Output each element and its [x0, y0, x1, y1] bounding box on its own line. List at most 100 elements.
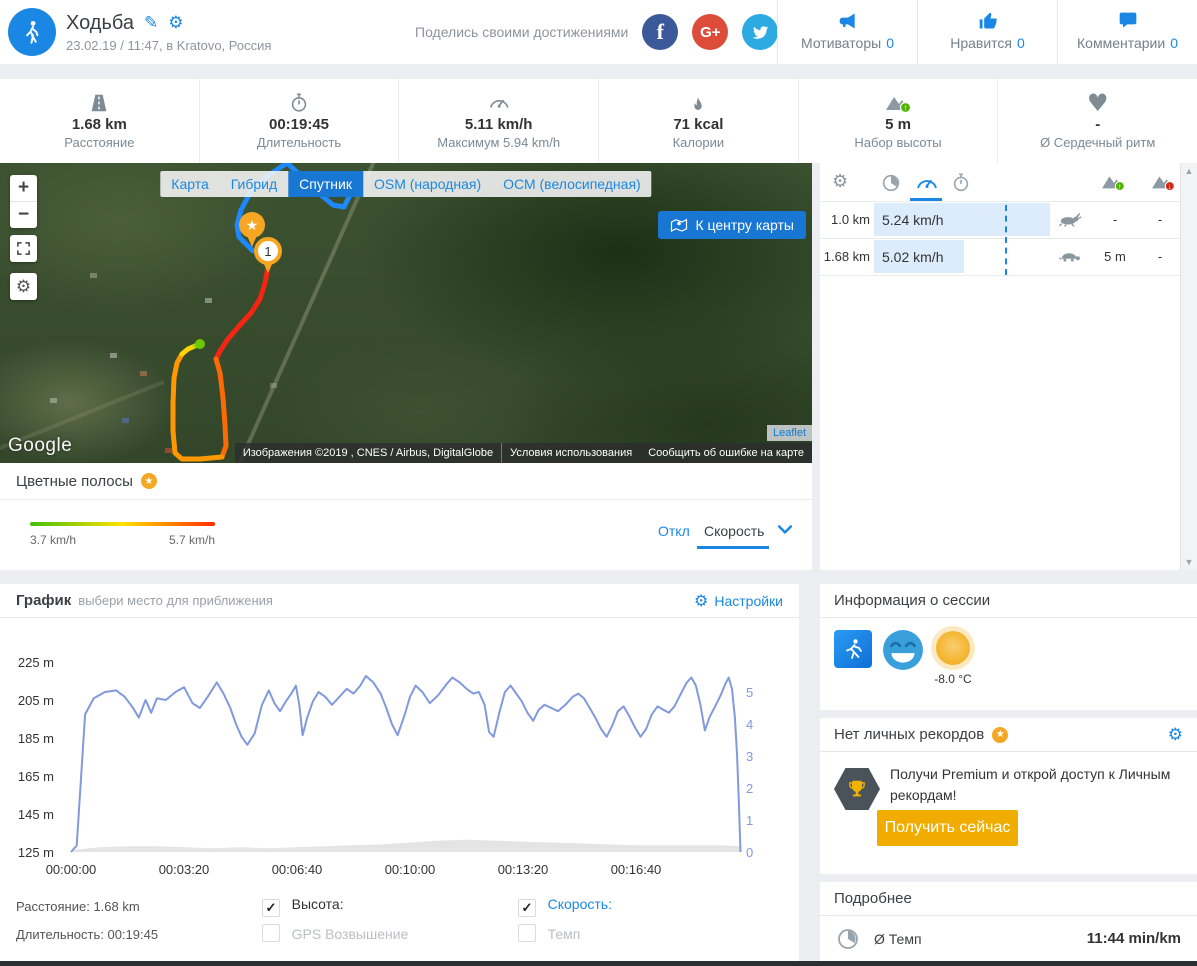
records-settings-gear-icon[interactable]: ⚙: [1168, 725, 1183, 745]
facebook-share-button[interactable]: f: [642, 14, 679, 50]
lap-distance: 1.68 km: [823, 249, 870, 264]
map-center-icon: [671, 218, 688, 232]
premium-star-icon: ★: [992, 726, 1009, 743]
google-logo: Google: [8, 435, 73, 456]
laps-panel: ⚙ ↑ ↓ 1.0 km 5.24 km/h - - 1.68 km 5.02 …: [820, 163, 1197, 570]
zoom-control: + −: [10, 175, 37, 228]
svg-text:★: ★: [246, 217, 259, 233]
lap-row-1[interactable]: 1.0 km 5.24 km/h - -: [820, 201, 1180, 239]
edit-pencil-icon[interactable]: ✎: [144, 13, 158, 33]
svg-text:4: 4: [746, 717, 753, 732]
bottom-strip: [0, 961, 1197, 966]
speed-checkbox-row: ✓ Скорость:: [518, 896, 612, 917]
comments-count: 0: [1170, 35, 1178, 51]
report-error-link[interactable]: Сообщить об ошибке на карте: [640, 447, 812, 459]
layer-hybrid-button[interactable]: Гибрид: [220, 171, 288, 197]
bands-mode-tab[interactable]: Скорость: [704, 523, 764, 539]
chart-settings-label: Настройки: [714, 592, 783, 609]
google-plus-share-button[interactable]: G+: [692, 14, 729, 50]
road-icon: [91, 94, 107, 112]
altitude-checkbox-label: Высота:: [291, 896, 344, 912]
svg-text:165 m: 165 m: [18, 769, 54, 784]
svg-text:↑: ↑: [903, 103, 907, 113]
temperature-label: -8.0 °C: [934, 672, 972, 686]
elevation-speed-chart[interactable]: 225 m 205 m 185 m 165 m 145 m 125 m 5 4 3 2 1 0 00:0…: [6, 630, 792, 892]
scroll-down-arrow-icon[interactable]: ▼: [1185, 557, 1194, 567]
laps-scrollbar[interactable]: ▲ ▼: [1180, 163, 1197, 570]
lap-descent: -: [1157, 249, 1163, 264]
layer-osm-bike-button[interactable]: ОСМ (велосипедная): [492, 171, 652, 197]
terms-link[interactable]: Условия использования: [502, 447, 640, 459]
lap-distance: 1.0 km: [830, 212, 870, 227]
bands-off-link[interactable]: Откл: [658, 523, 690, 539]
svg-text:1: 1: [746, 813, 753, 828]
likes-count: 0: [1016, 35, 1025, 51]
fullscreen-button[interactable]: [10, 235, 37, 262]
pace-checkbox-label: Темп: [547, 926, 581, 942]
map-settings-button[interactable]: ⚙: [10, 273, 37, 300]
stat-speed-value: 5.11 km/h: [464, 116, 533, 133]
lap-ascent: -: [1112, 212, 1118, 227]
trophy-badge: [834, 768, 880, 810]
turtle-icon: [1059, 253, 1080, 262]
map-card: ★ 1 Карта Гибрид Спутник OSM (народная) О…: [0, 163, 812, 570]
premium-star-icon: ★: [140, 473, 157, 489]
chevron-down-icon[interactable]: [775, 519, 795, 539]
map[interactable]: ★ 1 Карта Гибрид Спутник OSM (народная) О…: [0, 163, 812, 463]
lap-row-2[interactable]: 1.68 km 5.02 km/h 5 m -: [820, 238, 1180, 276]
speed-gradient-bar: [30, 522, 215, 526]
motivators-button[interactable]: Мотиваторы 0: [777, 0, 917, 64]
get-premium-button[interactable]: Получить сейчас: [877, 810, 1018, 846]
layer-map-button[interactable]: Карта: [160, 171, 219, 197]
stat-duration-value: 00:19:45: [268, 116, 330, 133]
chart-settings-link[interactable]: ⚙ Настройки: [694, 591, 783, 610]
stat-speed-label: Максимум 5.94 km/h: [437, 135, 561, 150]
descent-column-icon[interactable]: ↓: [1150, 172, 1176, 192]
center-map-button[interactable]: К центру карты: [658, 211, 806, 239]
layer-osm-button[interactable]: OSM (народная): [363, 171, 492, 197]
speedometer-icon: [489, 99, 509, 108]
comments-label: Комментарии: [1077, 35, 1166, 51]
svg-text:00:06:40: 00:06:40: [272, 862, 323, 877]
gps-elevation-checkbox[interactable]: [262, 924, 280, 942]
leaflet-attribution[interactable]: Leaflet: [766, 425, 812, 441]
pace-checkbox-row: Темп: [518, 924, 580, 942]
stat-ascent-value: 5 m: [885, 116, 911, 133]
speed-tab-icon-active[interactable]: [914, 172, 940, 194]
svg-text:00:03:20: 00:03:20: [159, 862, 210, 877]
svg-text:5: 5: [746, 685, 753, 700]
settings-gear-icon[interactable]: ⚙: [168, 13, 183, 33]
motivators-count: 0: [886, 35, 894, 51]
svg-text:225 m: 225 m: [18, 655, 54, 670]
likes-button[interactable]: Нравится 0: [917, 0, 1057, 64]
weather-sun-icon: [936, 631, 970, 665]
stat-calories-value: 71 kcal: [673, 116, 724, 133]
zoom-in-button[interactable]: +: [10, 175, 37, 202]
laps-settings-gear-icon[interactable]: ⚙: [832, 171, 848, 192]
stat-duration-label: Длительность: [256, 135, 342, 150]
duration-tab-icon[interactable]: [950, 172, 972, 194]
share-prompt: Поделись своими достижениями: [415, 24, 629, 40]
twitter-share-button[interactable]: [742, 14, 779, 50]
avg-pace-value: 11:44 min/km: [1086, 930, 1181, 947]
speed-checkbox[interactable]: ✓: [518, 899, 536, 917]
lap-descent: -: [1157, 212, 1163, 227]
svg-text:↑: ↑: [1118, 182, 1122, 191]
ascent-column-icon[interactable]: ↑: [1100, 172, 1126, 192]
stat-calories: 71 kcal Калории: [598, 79, 798, 163]
zoom-out-button[interactable]: −: [10, 202, 37, 228]
pace-checkbox[interactable]: [518, 924, 536, 942]
chart-card: График выбери место для приближения ⚙ На…: [0, 584, 799, 961]
gradient-min-label: 3.7 km/h: [30, 533, 77, 547]
stopwatch-icon: [291, 93, 307, 112]
comments-button[interactable]: Комментарии 0: [1057, 0, 1197, 64]
scroll-up-arrow-icon[interactable]: ▲: [1185, 166, 1194, 176]
laps-header: ⚙ ↑ ↓: [820, 163, 1180, 202]
chart-header: График выбери место для приближения ⚙ На…: [0, 584, 799, 618]
svg-text:125 m: 125 m: [18, 845, 54, 860]
pace-tab-icon[interactable]: [880, 172, 902, 194]
svg-text:205 m: 205 m: [18, 693, 54, 708]
altitude-checkbox[interactable]: ✓: [262, 899, 280, 917]
fullscreen-icon: [17, 242, 30, 255]
layer-satellite-button[interactable]: Спутник: [288, 171, 363, 197]
